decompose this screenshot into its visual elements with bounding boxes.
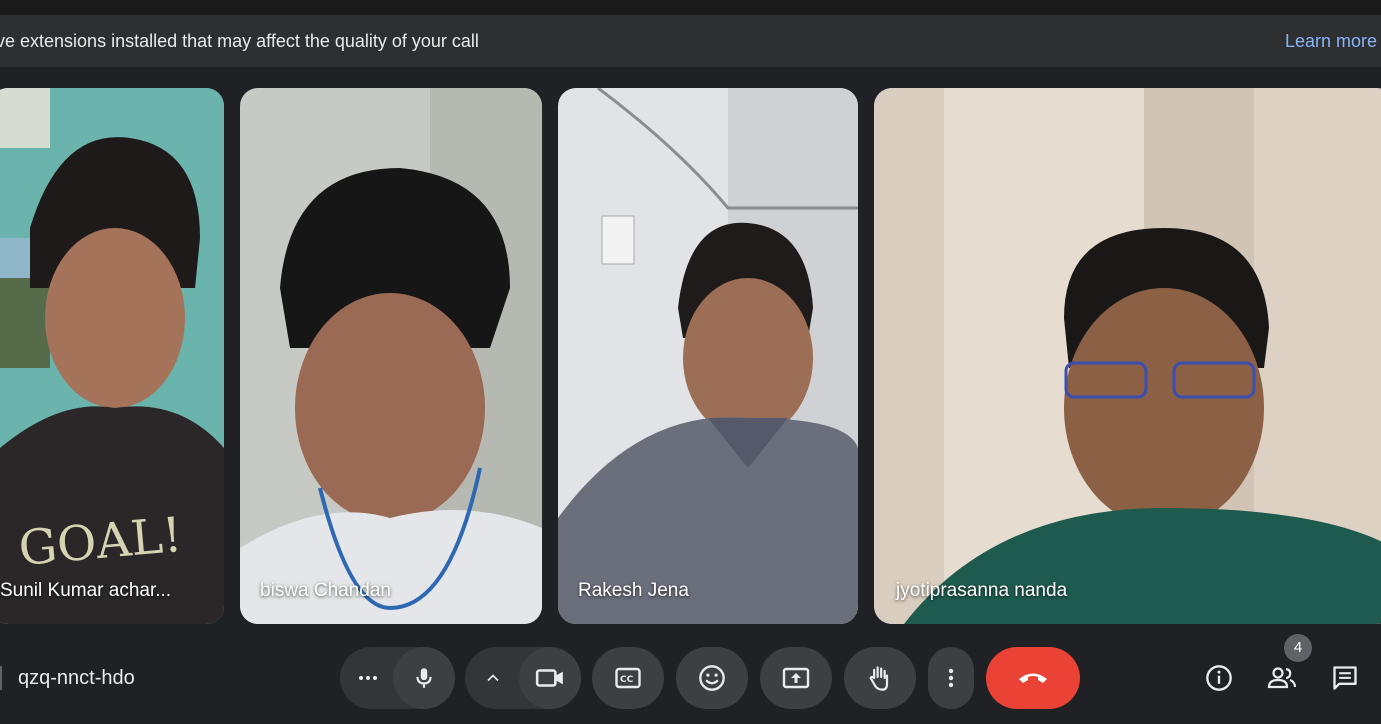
banner-message: ve extensions installed that may affect … — [0, 31, 479, 51]
reactions-button[interactable] — [676, 647, 748, 709]
learn-more-link[interactable]: Learn more — [1285, 15, 1377, 67]
more-options-icon — [359, 676, 377, 680]
raise-hand-icon — [869, 666, 889, 691]
audio-options-button[interactable] — [340, 647, 396, 709]
meeting-code: qzq-nnct-hdo — [18, 667, 135, 689]
closed-captions-icon: CC — [615, 667, 641, 689]
meeting-code-divider — [0, 666, 2, 690]
participant-name-1: Sunil Kumar achar... — [0, 580, 172, 601]
meeting-details-button[interactable] — [1197, 656, 1241, 700]
participant-name-4: jyotiprasanna nanda — [896, 580, 1068, 601]
camera-button[interactable] — [519, 647, 581, 709]
chevron-up-icon — [487, 674, 499, 682]
participant-video-4 — [874, 88, 1381, 624]
more-vert-icon — [948, 668, 954, 688]
participant-tile-3[interactable]: Rakesh Jena — [558, 88, 858, 624]
people-button[interactable] — [1260, 656, 1304, 700]
participant-tile-4[interactable]: jyotiprasanna nanda — [874, 88, 1381, 624]
raise-hand-button[interactable] — [844, 647, 916, 709]
microphone-icon — [416, 668, 432, 688]
camera-icon — [535, 669, 563, 687]
people-icon — [1267, 667, 1297, 689]
participant-name-3: Rakesh Jena — [578, 580, 689, 601]
participant-tile-2[interactable]: biswa Chandan — [240, 88, 542, 624]
present-screen-icon — [782, 667, 810, 689]
extensions-warning-banner: ve extensions installed that may affect … — [0, 15, 1381, 67]
present-button[interactable] — [760, 647, 832, 709]
participant-video-1: GOAL! — [0, 88, 224, 624]
participant-video-2 — [240, 88, 542, 624]
participant-name-2: biswa Chandan — [260, 580, 391, 601]
microphone-button[interactable] — [393, 647, 455, 709]
video-options-button[interactable] — [465, 647, 521, 709]
emoji-icon — [699, 665, 725, 691]
participant-video-3 — [558, 88, 858, 624]
more-options-button[interactable] — [928, 647, 974, 709]
chat-button[interactable] — [1323, 656, 1367, 700]
participant-tile-1[interactable]: GOAL! Sunil Kumar achar... — [0, 88, 224, 624]
leave-call-button[interactable] — [986, 647, 1080, 709]
top-strip — [0, 0, 1381, 15]
info-icon — [1206, 665, 1232, 691]
svg-text:CC: CC — [620, 675, 634, 685]
end-call-icon — [1019, 673, 1047, 683]
captions-button[interactable]: CC — [592, 647, 664, 709]
chat-icon — [1333, 666, 1357, 690]
